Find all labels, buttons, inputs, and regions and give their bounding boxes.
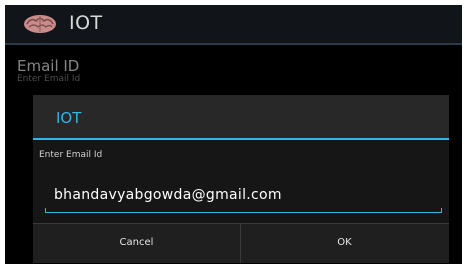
email-input-underline: [45, 212, 442, 213]
dialog-title: IOT: [56, 109, 82, 127]
phone-screen: IOT Email ID Enter Email Id IOT Enter Em…: [5, 5, 462, 264]
email-dialog: IOT Enter Email Id bhandavyabgowda@gmail…: [33, 95, 449, 263]
dialog-button-bar: Cancel OK: [33, 223, 449, 263]
dialog-header: IOT: [33, 95, 449, 137]
dialog-body: Enter Email Id bhandavyabgowda@gmail.com: [33, 140, 449, 223]
email-input-tick-right: [441, 208, 442, 213]
action-bar: IOT: [5, 5, 462, 43]
email-input-value: bhandavyabgowda@gmail.com: [54, 187, 282, 203]
cancel-button[interactable]: Cancel: [33, 224, 240, 263]
pink-brain-icon[interactable]: [21, 13, 59, 35]
dialog-message: Enter Email Id: [39, 150, 103, 160]
ok-button[interactable]: OK: [241, 224, 448, 263]
email-input[interactable]: bhandavyabgowda@gmail.com: [45, 185, 442, 215]
email-input-tick-left: [45, 208, 46, 213]
app-title: IOT: [69, 12, 103, 34]
